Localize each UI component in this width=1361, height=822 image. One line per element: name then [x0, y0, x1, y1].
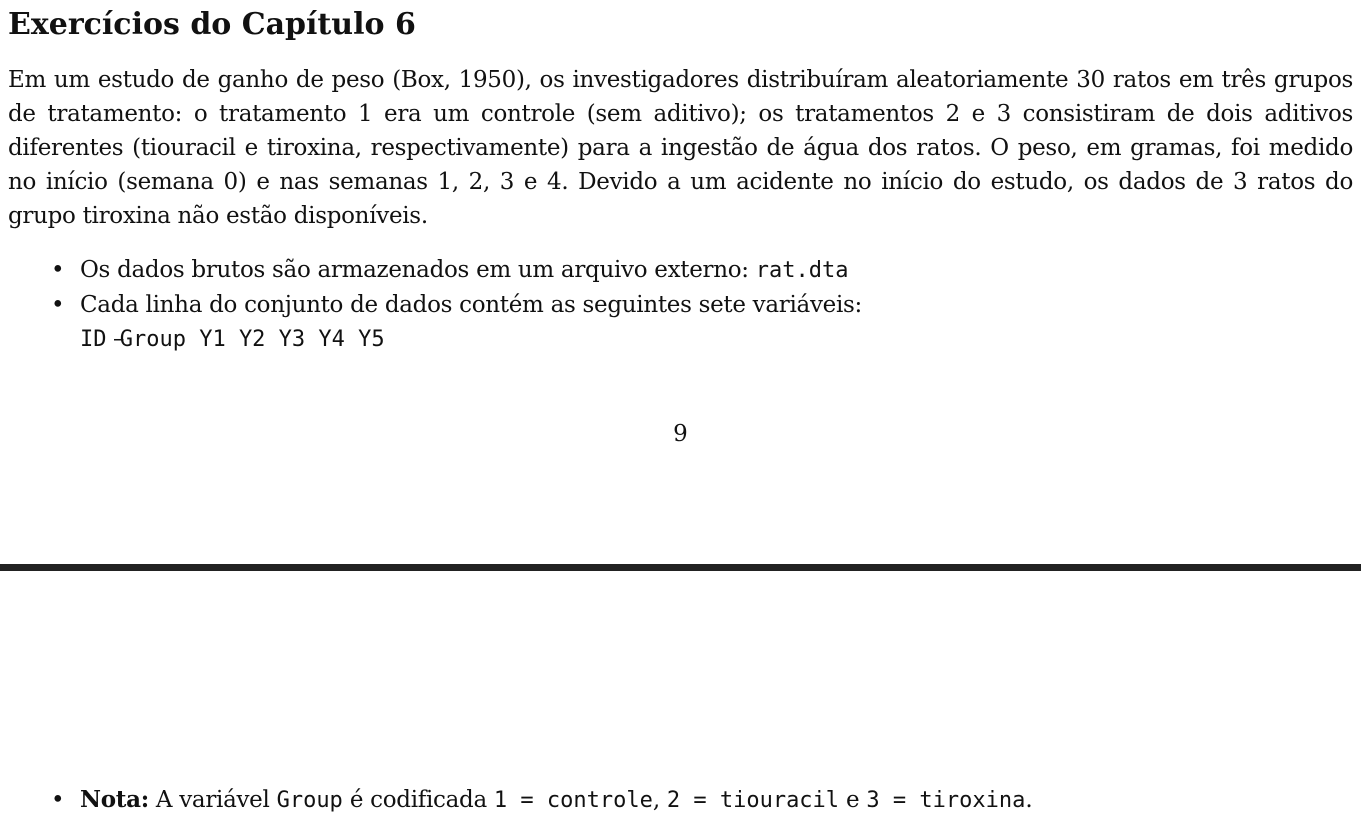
raw-data-filename: rat.dta — [755, 258, 849, 283]
note-list: • Nota: A variável Group é codificada 1 … — [0, 783, 1033, 818]
page-number: 9 — [673, 421, 688, 447]
page-title: Exercícios do Capítulo 6 — [8, 7, 416, 42]
page-divider — [0, 564, 1361, 571]
bullet-icon: • — [51, 257, 65, 283]
note-code-thiouracil: 2 = tiouracil — [666, 788, 840, 813]
note-text-2: é codificada — [342, 787, 494, 813]
details-list: • Os dados brutos são armazenados em um … — [0, 253, 862, 357]
note-text-1: A variável — [148, 787, 277, 813]
note-separator-2: e — [839, 787, 867, 813]
list-item-variables: • Cada linha do conjunto de dados contém… — [0, 288, 862, 322]
note-end: . — [1025, 787, 1033, 813]
list-item-raw-data: • Os dados brutos são armazenados em um … — [0, 253, 862, 288]
note-label: Nota: — [80, 786, 149, 813]
variable-list: ID Group Y1 Y2 Y3 Y4 Y5 — [80, 327, 385, 352]
note-code-thyroxine: 3 = tiroxina — [866, 788, 1026, 813]
note-variable: Group — [276, 788, 343, 813]
list-item-note: • Nota: A variável Group é codificada 1 … — [0, 783, 1033, 818]
note-code-control: 1 = controle — [493, 788, 653, 813]
bullet-icon: • — [51, 787, 65, 813]
note-separator-1: , — [652, 787, 667, 813]
sub-item-variable-list: – ID Group Y1 Y2 Y3 Y4 Y5 — [0, 322, 862, 357]
raw-data-text: Os dados brutos são armazenados em um ar… — [80, 257, 756, 283]
bullet-icon: • — [51, 292, 65, 318]
intro-paragraph: Em um estudo de ganho de peso (Box, 1950… — [8, 67, 1353, 229]
variables-description: Cada linha do conjunto de dados contém a… — [80, 292, 862, 318]
dash-icon: – — [113, 326, 125, 352]
